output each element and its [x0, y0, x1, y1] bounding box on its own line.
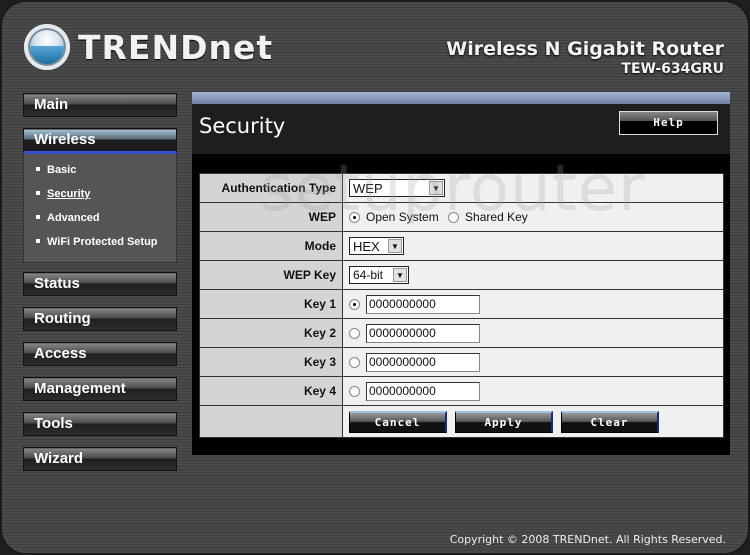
- form-row-key-2: Key 2 0000000000: [199, 318, 724, 348]
- form-row-actions: Cancel Apply Clear: [199, 405, 724, 438]
- content-panel: Security Help Authentication Type WEP ▼ …: [192, 92, 730, 455]
- bullet-icon: [36, 167, 40, 172]
- bullet-icon: [36, 215, 40, 220]
- subnav-label: WiFi Protected Setup: [47, 236, 158, 248]
- nav-tools[interactable]: Tools: [23, 412, 177, 436]
- subnav-label: Advanced: [47, 212, 100, 224]
- key-2-label: Key 2: [199, 318, 343, 348]
- help-button[interactable]: Help: [619, 111, 718, 135]
- security-form: Authentication Type WEP ▼ WEP Open Syste…: [199, 173, 724, 438]
- form-row-key-4: Key 4 0000000000: [199, 376, 724, 406]
- router-admin-frame: TRENDnet Wireless N Gigabit Router TEW-6…: [0, 0, 750, 555]
- cancel-button[interactable]: Cancel: [349, 410, 447, 433]
- wep-key-select[interactable]: 64-bit ▼: [349, 266, 409, 284]
- key-2-radio[interactable]: [349, 327, 360, 339]
- wireless-submenu: Basic Security Advanced WiFi Protected S…: [23, 154, 177, 263]
- open-system-radio[interactable]: [349, 211, 360, 223]
- form-row-key-3: Key 3 0000000000: [199, 347, 724, 377]
- model-number: TEW-634GRU: [621, 61, 724, 77]
- form-row-auth-type: Authentication Type WEP ▼: [199, 173, 724, 203]
- key-3-radio[interactable]: [349, 356, 360, 368]
- auth-type-select[interactable]: WEP ▼: [349, 179, 445, 197]
- open-system-label: Open System: [366, 210, 439, 225]
- auth-type-value: WEP: [353, 180, 383, 196]
- panel-header: Security Help: [192, 104, 730, 154]
- page-title: Security: [199, 114, 286, 138]
- nav-routing[interactable]: Routing: [23, 307, 177, 331]
- key-2-input[interactable]: 0000000000: [366, 323, 480, 343]
- bullet-icon: [36, 191, 40, 196]
- form-row-wep-key: WEP Key 64-bit ▼: [199, 260, 724, 290]
- mode-label: Mode: [199, 231, 343, 261]
- subnav-label: Basic: [47, 164, 77, 176]
- trendnet-logo: TRENDnet: [24, 24, 273, 70]
- apply-button[interactable]: Apply: [455, 410, 553, 433]
- nav-status[interactable]: Status: [23, 272, 177, 296]
- subnav-label: Security: [47, 188, 91, 200]
- wep-key-value: 64-bit: [353, 268, 384, 282]
- shared-key-radio[interactable]: [448, 211, 460, 223]
- logo-text: TRENDnet: [78, 27, 274, 67]
- form-row-mode: Mode HEX ▼: [199, 231, 724, 261]
- key-1-radio[interactable]: [349, 298, 360, 310]
- subnav-basic[interactable]: Basic: [36, 160, 176, 184]
- mode-select[interactable]: HEX ▼: [349, 237, 404, 255]
- nav-management[interactable]: Management: [23, 377, 177, 401]
- panel-top-bar: [192, 92, 730, 104]
- product-name: Wireless N Gigabit Router: [446, 38, 724, 60]
- chevron-down-icon: ▼: [429, 181, 443, 195]
- key-1-label: Key 1: [199, 289, 343, 319]
- sidebar-nav: Main Wireless Basic Security Advanced Wi…: [23, 93, 177, 482]
- auth-type-label: Authentication Type: [199, 173, 343, 203]
- key-4-input[interactable]: 0000000000: [366, 381, 480, 401]
- product-info: Wireless N Gigabit Router TEW-634GRU: [446, 38, 724, 77]
- wep-label: WEP: [199, 202, 343, 232]
- nav-wizard[interactable]: Wizard: [23, 447, 177, 471]
- key-4-radio[interactable]: [349, 385, 360, 397]
- nav-main[interactable]: Main: [23, 93, 177, 117]
- chevron-down-icon: ▼: [388, 239, 402, 253]
- mode-value: HEX: [353, 238, 380, 254]
- key-1-input[interactable]: 0000000000: [366, 294, 480, 314]
- copyright-text: Copyright © 2008 TRENDnet. All Rights Re…: [449, 533, 726, 546]
- chevron-down-icon: ▼: [393, 268, 407, 282]
- nav-wireless[interactable]: Wireless: [23, 128, 177, 154]
- wep-key-label: WEP Key: [199, 260, 343, 290]
- subnav-advanced[interactable]: Advanced: [36, 208, 176, 232]
- key-3-input[interactable]: 0000000000: [366, 352, 480, 372]
- subnav-security[interactable]: Security: [36, 184, 176, 208]
- key-4-label: Key 4: [199, 376, 343, 406]
- trendnet-logo-icon: [24, 24, 70, 70]
- key-3-label: Key 3: [199, 347, 343, 377]
- bullet-icon: [36, 239, 40, 244]
- form-row-wep: WEP Open System Shared Key: [199, 202, 724, 232]
- subnav-wifi-protected-setup[interactable]: WiFi Protected Setup: [36, 232, 176, 256]
- form-row-key-1: Key 1 0000000000: [199, 289, 724, 319]
- nav-access[interactable]: Access: [23, 342, 177, 366]
- clear-button[interactable]: Clear: [561, 410, 659, 433]
- shared-key-label: Shared Key: [465, 210, 528, 225]
